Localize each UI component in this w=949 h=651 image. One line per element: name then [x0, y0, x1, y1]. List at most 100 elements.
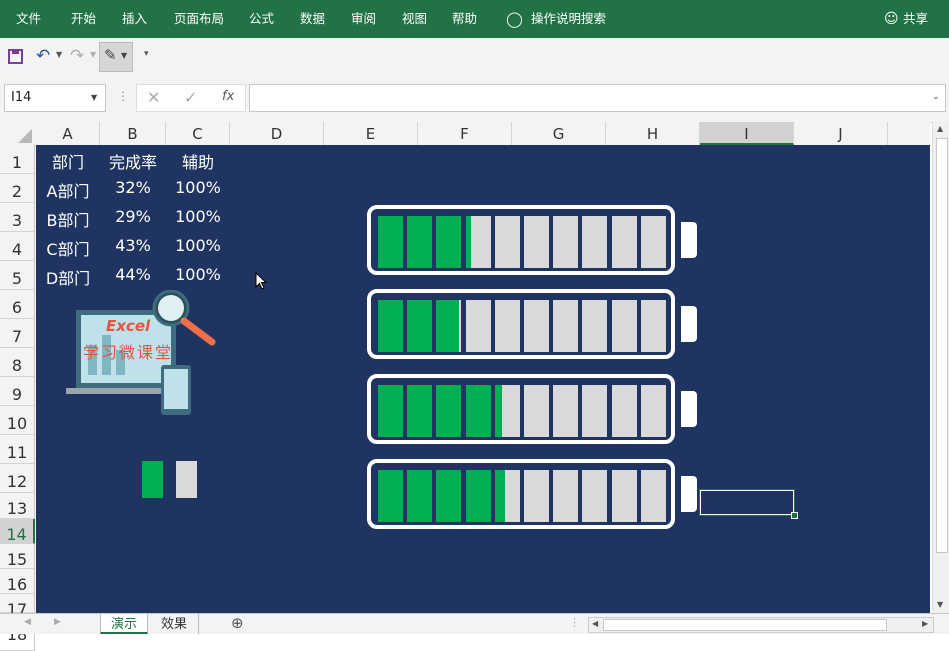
column-header-e[interactable]: E — [324, 122, 418, 145]
cell-header-rate[interactable]: 完成率 — [100, 149, 166, 173]
redo-icon[interactable]: ↷ — [70, 46, 84, 66]
horizontal-scrollbar-thumb[interactable] — [603, 619, 887, 631]
menu-formulas[interactable]: 公式 — [249, 0, 274, 38]
scroll-left-icon[interactable]: ◀ — [592, 619, 598, 628]
menu-home[interactable]: 开始 — [71, 0, 96, 38]
battery-segment — [553, 216, 579, 268]
row-header-15[interactable]: 15 — [0, 544, 35, 569]
fill-handle[interactable] — [791, 512, 798, 519]
battery-segment-fill — [407, 216, 433, 268]
battery-segment — [524, 216, 549, 268]
column-header-i[interactable]: I — [700, 122, 794, 145]
customize-toolbar-icon[interactable]: ▾ — [144, 49, 149, 59]
select-all-corner[interactable] — [18, 129, 32, 143]
column-header-d[interactable]: D — [230, 122, 324, 145]
battery-segment — [407, 216, 433, 268]
battery-segment — [465, 385, 491, 437]
format-painter-icon: ✎ — [104, 46, 117, 64]
row-header-4[interactable]: 4 — [0, 232, 35, 261]
row-header-10[interactable]: 10 — [0, 406, 35, 435]
table-row[interactable]: 32% — [100, 178, 166, 197]
vertical-scrollbar[interactable]: ▲ ▼ — [932, 122, 949, 613]
table-row[interactable]: 100% — [166, 178, 230, 197]
menu-help[interactable]: 帮助 — [452, 0, 477, 38]
battery-segment-fill — [378, 216, 403, 268]
table-row[interactable]: D部门 — [36, 265, 100, 289]
share-button[interactable]: 共享 — [903, 0, 928, 38]
table-row[interactable]: C部门 — [36, 236, 100, 260]
cell-header-aux[interactable]: 辅助 — [166, 149, 230, 173]
battery-segment-fill — [436, 470, 462, 522]
name-box[interactable]: I14 ▼ — [4, 84, 106, 112]
column-header-j[interactable]: J — [794, 122, 888, 145]
add-sheet-icon[interactable]: ⊕ — [231, 614, 244, 632]
horizontal-scrollbar[interactable]: ◀ ▶ — [588, 617, 934, 633]
cancel-icon[interactable]: ✕ — [147, 88, 160, 107]
row-header-9[interactable]: 9 — [0, 377, 35, 406]
row-header-12[interactable]: 12 — [0, 464, 35, 493]
save-icon[interactable] — [8, 49, 23, 64]
battery-segment — [640, 300, 666, 352]
table-row[interactable]: 100% — [166, 207, 230, 226]
chevron-down-icon[interactable]: ▼ — [91, 93, 97, 102]
menu-data[interactable]: 数据 — [300, 0, 325, 38]
format-painter-button[interactable]: ✎ ▼ — [99, 42, 133, 72]
chevron-down-icon[interactable]: ⌄ — [932, 92, 940, 102]
column-header-b[interactable]: B — [100, 122, 166, 145]
table-row[interactable]: 29% — [100, 207, 166, 226]
scrollbar-thumb[interactable] — [936, 138, 948, 553]
quick-access-toolbar: ↶ ▼ ↷ ▼ ✎ ▼ ▾ — [0, 38, 949, 76]
table-row[interactable]: 100% — [166, 236, 230, 255]
scroll-tab-left-icon[interactable]: ◀ — [24, 617, 31, 627]
battery-segment-fill — [378, 300, 403, 352]
scroll-up-icon[interactable]: ▲ — [937, 124, 943, 133]
battery-segment — [582, 300, 608, 352]
menu-page-layout[interactable]: 页面布局 — [174, 0, 224, 38]
row-header-16[interactable]: 16 — [0, 569, 35, 594]
cell-header-dept[interactable]: 部门 — [36, 149, 100, 173]
row-header-2[interactable]: 2 — [0, 174, 35, 203]
battery-segment — [553, 300, 579, 352]
menu-review[interactable]: 审阅 — [351, 0, 376, 38]
row-header-14[interactable]: 14 — [0, 519, 35, 544]
row-header-6[interactable]: 6 — [0, 290, 35, 319]
insert-function-button[interactable]: fx — [222, 89, 234, 104]
row-header-13[interactable]: 13 — [0, 493, 35, 519]
tell-me-search[interactable]: 操作说明搜索 — [531, 0, 606, 38]
undo-icon[interactable]: ↶ — [36, 46, 50, 66]
menu-insert[interactable]: 插入 — [122, 0, 147, 38]
menu-file[interactable]: 文件 — [16, 0, 41, 38]
row-header-5[interactable]: 5 — [0, 261, 35, 290]
row-header-17[interactable]: 17 — [0, 594, 35, 619]
row-header-1[interactable]: 1 — [0, 145, 35, 174]
row-header-11[interactable]: 11 — [0, 435, 35, 464]
chevron-down-icon: ▼ — [90, 50, 97, 59]
lightbulb-icon: ◯ — [506, 10, 523, 28]
selected-cell-i14[interactable] — [699, 489, 795, 516]
table-row[interactable]: 100% — [166, 265, 230, 284]
chevron-down-icon[interactable]: ▼ — [56, 50, 62, 59]
row-header-8[interactable]: 8 — [0, 348, 35, 377]
sheet-tab-demo[interactable]: 演示 — [100, 614, 148, 634]
scroll-tab-right-icon[interactable]: ▶ — [54, 617, 61, 627]
worksheet-grid[interactable]: 部门 完成率 辅助 A部门 32% 100% B部门 29% 100% C部门 … — [36, 145, 930, 613]
row-header-3[interactable]: 3 — [0, 203, 35, 232]
enter-check-icon[interactable]: ✓ — [184, 88, 197, 107]
column-header-h[interactable]: H — [606, 122, 700, 145]
row-header-7[interactable]: 7 — [0, 319, 35, 348]
formula-input[interactable]: ⌄ — [249, 84, 946, 112]
column-header-c[interactable]: C — [166, 122, 230, 145]
scroll-down-icon[interactable]: ▼ — [937, 600, 943, 609]
scroll-right-icon[interactable]: ▶ — [922, 619, 928, 628]
menu-view[interactable]: 视图 — [402, 0, 427, 38]
battery-2 — [367, 289, 675, 359]
column-header-a[interactable]: A — [36, 122, 100, 145]
table-row[interactable]: A部门 — [36, 178, 100, 202]
column-header-g[interactable]: G — [512, 122, 606, 145]
table-row[interactable]: 44% — [100, 265, 166, 284]
column-header-f[interactable]: F — [418, 122, 512, 145]
table-row[interactable]: 43% — [100, 236, 166, 255]
battery-segment-fill — [378, 470, 403, 522]
table-row[interactable]: B部门 — [36, 207, 100, 231]
sheet-tab-effect[interactable]: 效果 — [150, 614, 199, 634]
